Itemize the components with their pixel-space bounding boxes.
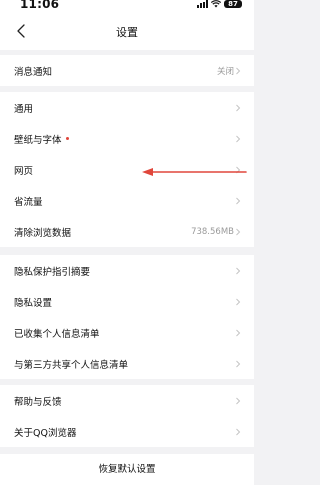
setting-privacy-settings[interactable]: 隐私设置 bbox=[0, 286, 254, 317]
chevron-right-icon bbox=[236, 228, 241, 236]
chevron-right-icon bbox=[236, 360, 241, 368]
settings-group-privacy: 隐私保护指引摘要 隐私设置 已收集个人信息清单 与第三方共享个人信息清单 bbox=[0, 255, 254, 379]
reset-defaults-button[interactable]: 恢复默认设置 bbox=[0, 454, 254, 485]
status-time: 11:06 bbox=[20, 0, 60, 11]
setting-label: 已收集个人信息清单 bbox=[14, 328, 100, 340]
status-icons: 87 bbox=[197, 0, 242, 8]
setting-about-qq-browser[interactable]: 关于QQ浏览器 bbox=[0, 416, 254, 447]
setting-label: 隐私设置 bbox=[14, 297, 53, 309]
setting-general[interactable]: 通用 bbox=[0, 92, 254, 123]
page-title: 设置 bbox=[116, 26, 138, 39]
setting-clear-browsing-data[interactable]: 清除浏览数据 738.56MB bbox=[0, 216, 254, 247]
chevron-right-icon bbox=[236, 135, 241, 143]
setting-help-feedback[interactable]: 帮助与反馈 bbox=[0, 385, 254, 416]
chevron-right-icon bbox=[236, 197, 241, 205]
battery-icon: 87 bbox=[224, 0, 242, 8]
chevron-right-icon bbox=[236, 67, 241, 75]
annotation-arrow-icon bbox=[142, 168, 247, 176]
navigation-bar: 设置 bbox=[0, 14, 254, 50]
setting-message-notification[interactable]: 消息通知 关闭 bbox=[0, 55, 254, 86]
wifi-icon bbox=[211, 0, 221, 8]
setting-data-saver[interactable]: 省流量 bbox=[0, 185, 254, 216]
status-bar: 11:06 87 bbox=[0, 0, 254, 14]
chevron-right-icon bbox=[236, 428, 241, 436]
setting-label: 网页 bbox=[14, 165, 34, 177]
settings-group-notifications: 消息通知 关闭 bbox=[0, 55, 254, 86]
setting-collected-info-list[interactable]: 已收集个人信息清单 bbox=[0, 317, 254, 348]
setting-label: 清除浏览数据 bbox=[14, 227, 72, 239]
setting-label: 壁纸与字体 bbox=[14, 134, 62, 146]
setting-label: 隐私保护指引摘要 bbox=[14, 266, 91, 278]
chevron-right-icon bbox=[236, 104, 241, 112]
new-badge-dot bbox=[65, 136, 69, 140]
setting-value: 738.56MB bbox=[191, 226, 234, 237]
setting-wallpaper-font[interactable]: 壁纸与字体 bbox=[0, 123, 254, 154]
chevron-right-icon bbox=[236, 397, 241, 405]
setting-label: 关于QQ浏览器 bbox=[14, 427, 77, 439]
setting-label: 帮助与反馈 bbox=[14, 396, 62, 408]
setting-label: 消息通知 bbox=[14, 66, 53, 78]
setting-value: 关闭 bbox=[216, 66, 234, 77]
chevron-right-icon bbox=[236, 267, 241, 275]
setting-label: 省流量 bbox=[14, 196, 43, 208]
settings-group-about: 帮助与反馈 关于QQ浏览器 bbox=[0, 385, 254, 447]
signal-icon bbox=[197, 0, 208, 8]
setting-privacy-guide-summary[interactable]: 隐私保护指引摘要 bbox=[0, 255, 254, 286]
setting-label: 通用 bbox=[14, 103, 34, 115]
setting-label: 与第三方共享个人信息清单 bbox=[14, 359, 129, 371]
chevron-right-icon bbox=[236, 298, 241, 306]
setting-third-party-sharing-list[interactable]: 与第三方共享个人信息清单 bbox=[0, 348, 254, 379]
chevron-right-icon bbox=[236, 329, 241, 337]
